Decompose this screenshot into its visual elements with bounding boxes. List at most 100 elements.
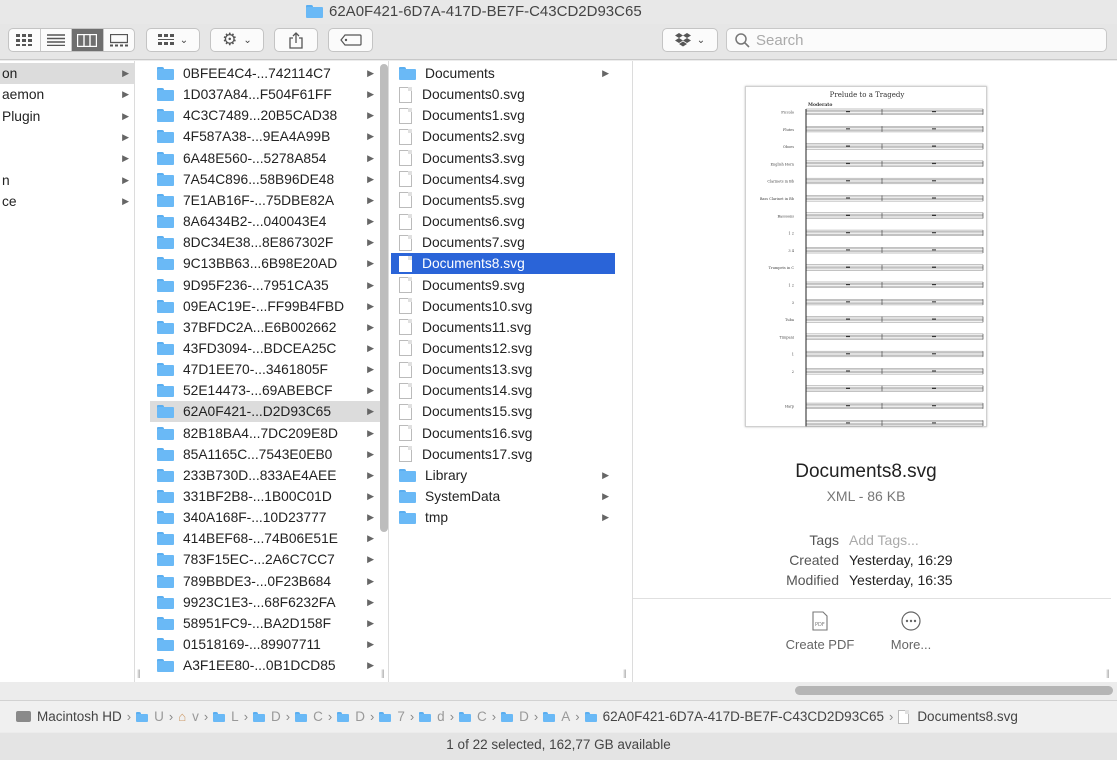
path-crumb[interactable]: A (543, 709, 570, 724)
column-1-row[interactable]: Plugin ▶ (0, 106, 134, 127)
folder-row[interactable]: 789BBDE3-...0F23B684 ▶ (150, 571, 380, 592)
folder-row[interactable]: 82B18BA4...7DC209E8D ▶ (150, 423, 380, 444)
folder-row[interactable]: 85A1165C...7543E0EB0 ▶ (150, 444, 380, 465)
folder-row[interactable]: 9C13BB63...6B98E20AD ▶ (150, 253, 380, 274)
dropbox-button[interactable]: ⌄ (662, 28, 718, 52)
file-row[interactable]: Documents1.svg (391, 105, 615, 126)
folder-row[interactable]: 783F15EC-...2A6C7CC7 ▶ (150, 549, 380, 570)
path-crumb[interactable]: 7 (379, 709, 405, 724)
folder-row[interactable]: 37BFDC2A...E6B002662 ▶ (150, 317, 380, 338)
file-row[interactable]: Documents11.svg (391, 317, 615, 338)
column-1-row[interactable]: on ▶ (0, 63, 134, 84)
file-row[interactable]: Documents10.svg (391, 296, 615, 317)
icon-view-button[interactable] (9, 29, 41, 51)
folder-row[interactable]: 4F587A38-...9EA4A99B ▶ (150, 126, 380, 147)
column-view-button[interactable] (72, 29, 104, 51)
column-1[interactable]: on ▶ aemon ▶ Plugin ▶ ▶ ▶ n ▶ ce ▶ (0, 61, 135, 682)
folder-row[interactable]: 47D1EE70-...3461805F ▶ (150, 359, 380, 380)
file-row[interactable]: Documents17.svg (391, 444, 615, 465)
file-row[interactable]: Documents9.svg (391, 275, 615, 296)
list-view-button[interactable] (41, 29, 72, 51)
file-row[interactable]: Documents12.svg (391, 338, 615, 359)
folder-name: 62A0F421-...D2D93C65 (183, 404, 332, 420)
path-crumb[interactable]: D (501, 709, 529, 724)
folder-row[interactable]: Documents ▶ (391, 63, 615, 84)
folder-row[interactable]: 43FD3094-...BDCEA25C ▶ (150, 338, 380, 359)
folder-row[interactable]: SystemData ▶ (391, 486, 615, 507)
file-row[interactable]: Documents14.svg (391, 380, 615, 401)
path-crumb-label: D (271, 709, 281, 724)
column-resize-handle[interactable]: || (137, 668, 141, 678)
column-1-row[interactable]: ▶ (0, 148, 134, 169)
create-pdf-button[interactable]: PDF Create PDF (785, 611, 855, 652)
folder-row[interactable]: 8DC34E38...8E867302F ▶ (150, 232, 380, 253)
path-crumb[interactable]: U (136, 709, 164, 724)
path-crumb[interactable]: D (253, 709, 281, 724)
folder-row[interactable]: A3F1EE80-...0B1DCD85 ▶ (150, 655, 380, 676)
file-row[interactable]: Documents13.svg (391, 359, 615, 380)
folder-row[interactable]: 58951FC9-...BA2D158F ▶ (150, 613, 380, 634)
search-field[interactable]: Search (726, 28, 1107, 52)
folder-row[interactable]: 4C3C7489...20B5CAD38 ▶ (150, 105, 380, 126)
folder-row[interactable]: 7E1AB16F-...75DBE82A ▶ (150, 190, 380, 211)
home-icon: ⌂ (178, 709, 187, 724)
path-crumb[interactable]: Documents8.svg (898, 709, 1018, 724)
file-row[interactable]: Documents5.svg (391, 190, 615, 211)
column-resize-handle[interactable]: || (381, 668, 385, 678)
column-resize-handle[interactable]: || (623, 668, 627, 678)
file-row[interactable]: Documents0.svg (391, 84, 615, 105)
file-row[interactable]: Documents6.svg (391, 211, 615, 232)
column-1-row[interactable]: ▶ (0, 127, 134, 148)
file-row[interactable]: Documents4.svg (391, 169, 615, 190)
column-3[interactable]: Documents ▶ Documents0.svg Documents1.svg Do… (389, 61, 633, 682)
folder-row[interactable]: 8A6434B2-...040043E4 ▶ (150, 211, 380, 232)
path-crumb[interactable]: C (295, 709, 323, 724)
folder-row[interactable]: 9923C1E3-...68F6232FA ▶ (150, 592, 380, 613)
folder-row[interactable]: 0BFEE4C4-...742114C7 ▶ (150, 63, 380, 84)
column-1-row[interactable]: n ▶ (0, 170, 134, 191)
path-crumb[interactable]: 62A0F421-6D7A-417D-BE7F-C43CD2D93C65 (584, 709, 884, 724)
group-by-button[interactable]: ⌄ (146, 28, 200, 52)
folder-row[interactable]: 340A168F-...10D23777 ▶ (150, 507, 380, 528)
gallery-view-button[interactable] (104, 29, 135, 51)
file-row[interactable]: Documents3.svg (391, 148, 615, 169)
file-row[interactable]: Documents7.svg (391, 232, 615, 253)
more-button[interactable]: More... (881, 611, 941, 652)
folder-row[interactable]: 09EAC19E-...FF99B4FBD ▶ (150, 296, 380, 317)
view-mode-control[interactable] (8, 28, 135, 52)
action-menu-button[interactable]: ⚙ ⌄ (210, 28, 264, 52)
folder-row[interactable]: 9D95F236-...7951CA35 ▶ (150, 275, 380, 296)
folder-row[interactable]: 01518169-...89907711 ▶ (150, 634, 380, 655)
path-crumb[interactable]: L (213, 709, 239, 724)
folder-row[interactable]: Library ▶ (391, 465, 615, 486)
file-row[interactable]: Documents16.svg (391, 423, 615, 444)
path-crumb[interactable]: C (459, 709, 487, 724)
horizontal-scrollbar[interactable] (795, 686, 1113, 695)
path-crumb[interactable]: ⌂ v (178, 709, 199, 724)
file-row[interactable]: Documents15.svg (391, 401, 615, 422)
title-bar: 62A0F421-6D7A-417D-BE7F-C43CD2D93C65 (0, 0, 1117, 24)
tags-button[interactable] (328, 28, 373, 52)
folder-row[interactable]: 62A0F421-...D2D93C65 ▶ (150, 401, 380, 423)
share-button[interactable] (274, 28, 318, 52)
folder-row[interactable]: 1D037A84...F504F61FF ▶ (150, 84, 380, 105)
folder-row[interactable]: 414BEF68-...74B06E51E ▶ (150, 528, 380, 549)
path-crumb[interactable]: D (337, 709, 365, 724)
folder-row[interactable]: 52E14473-...69ABEBCF ▶ (150, 380, 380, 401)
folder-row[interactable]: 331BF2B8-...1B00C01D ▶ (150, 486, 380, 507)
column-1-row[interactable]: aemon ▶ (0, 84, 134, 105)
folder-name: 8DC34E38...8E867302F (183, 235, 334, 251)
path-crumb[interactable]: Macintosh HD (16, 709, 122, 724)
folder-row[interactable]: 233B730D...833AE4AEE ▶ (150, 465, 380, 486)
file-thumbnail[interactable]: Prelude to a Tragedy Moderato Piccolo Flute… (745, 86, 987, 427)
folder-row[interactable]: tmp ▶ (391, 507, 615, 528)
path-crumb[interactable]: d (419, 709, 445, 724)
file-row[interactable]: Documents2.svg (391, 126, 615, 147)
folder-row[interactable]: 6A48E560-...5278A854 ▶ (150, 148, 380, 169)
folder-row[interactable]: 7A54C896...58B96DE48 ▶ (150, 169, 380, 190)
column-2[interactable]: 0BFEE4C4-...742114C7 ▶ 1D037A84...F504F61F… (135, 61, 389, 682)
tags-field[interactable]: Add Tags... (849, 532, 919, 548)
column-1-row[interactable]: ce ▶ (0, 191, 134, 212)
column-2-scrollbar[interactable] (380, 64, 388, 532)
file-row[interactable]: Documents8.svg (391, 253, 615, 275)
